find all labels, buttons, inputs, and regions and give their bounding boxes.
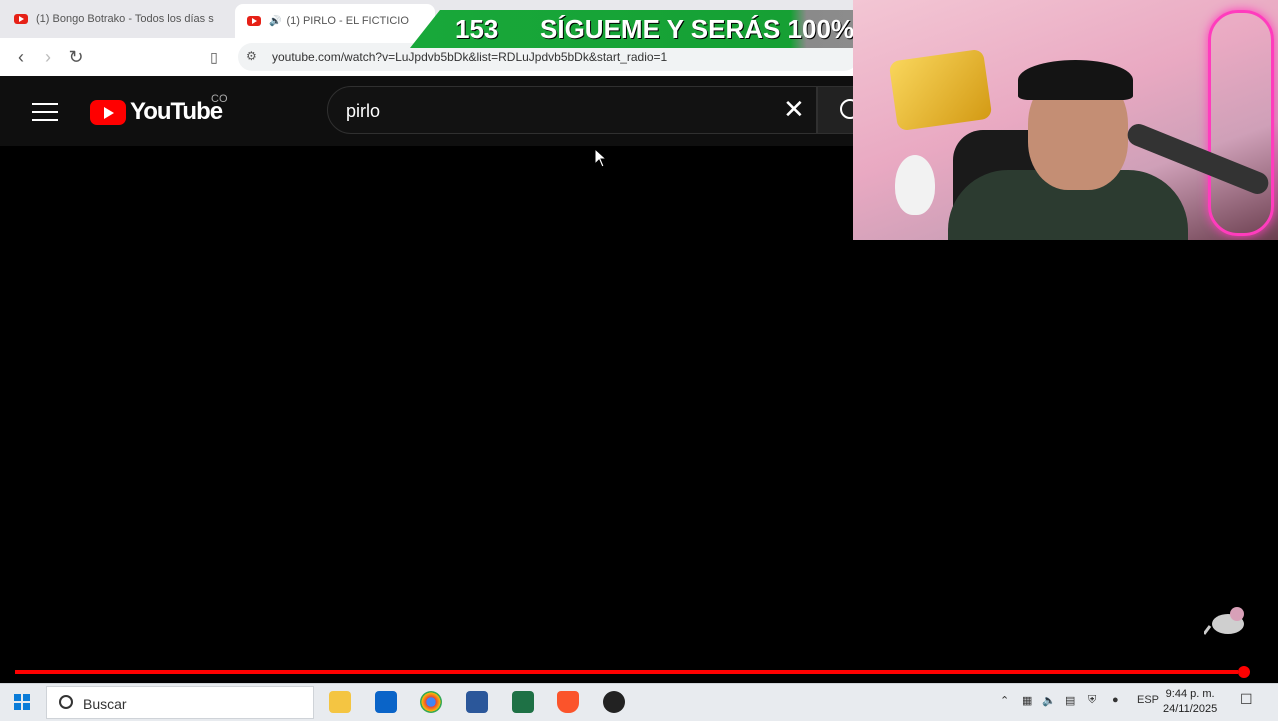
progress-scrubber-handle[interactable] (1238, 666, 1250, 678)
channel-mascot-icon (1202, 604, 1250, 638)
clock-time: 9:44 p. m. (1165, 688, 1215, 700)
streamer-cap (1018, 60, 1133, 100)
tab-title: (1) PIRLO - EL FICTICIO (286, 15, 409, 27)
microphone-icon[interactable]: ● (1112, 694, 1119, 706)
youtube-logo[interactable]: YouTube CO (90, 93, 228, 126)
streamer-webcam (853, 0, 1278, 240)
site-settings-icon[interactable]: ⚙ (246, 49, 257, 63)
search-query: pirlo (346, 101, 381, 121)
taskbar-search-input[interactable]: Buscar (46, 686, 314, 719)
bookmark-icon[interactable]: ▯ (203, 46, 225, 68)
network-icon[interactable]: ▤ (1065, 694, 1075, 707)
gold-balloon (888, 48, 993, 132)
taskbar-search-label: Buscar (83, 696, 127, 712)
url-text: youtube.com/watch?v=LuJpdvb5bDk&list=RDL… (272, 50, 668, 64)
chrome-icon[interactable] (420, 691, 442, 713)
tray-expand-icon[interactable]: ⌃ (1000, 694, 1009, 707)
file-explorer-icon[interactable] (329, 691, 351, 713)
video-progress-bar[interactable] (15, 670, 1238, 674)
brave-browser-icon[interactable] (557, 691, 579, 713)
security-shield-icon[interactable]: ⛨ (1088, 694, 1096, 707)
windows-taskbar: Buscar ⌃ ▦ 🔈 ▤ ⛨ ● ESP 9:44 p. m. 24/11/… (0, 683, 1278, 721)
reload-icon[interactable]: ↻ (65, 46, 87, 68)
excel-icon[interactable] (512, 691, 534, 713)
logo-text: YouTube (130, 98, 223, 125)
search-icon (59, 695, 73, 709)
taskbar-clock[interactable]: 9:44 p. m. 24/11/2025 (1163, 687, 1217, 717)
language-indicator[interactable]: ESP (1137, 694, 1159, 706)
outlook-icon[interactable] (375, 691, 397, 713)
forward-icon[interactable]: › (37, 46, 59, 68)
browser-tab-bongo[interactable]: (1) Bongo Botrako - Todos los días s (10, 5, 230, 33)
menu-icon[interactable] (32, 99, 58, 123)
obs-icon[interactable] (603, 691, 625, 713)
ghostface-mask (895, 155, 935, 215)
word-icon[interactable] (466, 691, 488, 713)
volume-icon[interactable]: 🔈 (1042, 694, 1056, 707)
youtube-favicon-icon (14, 14, 28, 24)
tray-device-icon[interactable]: ▦ (1022, 694, 1032, 707)
clear-search-icon[interactable]: ✕ (783, 96, 805, 122)
tab-title: (1) Bongo Botrako - Todos los días s (36, 13, 214, 25)
clock-date: 24/11/2025 (1163, 703, 1218, 715)
speaker-icon[interactable]: 🔊 (269, 16, 281, 27)
search-input[interactable]: pirlo ✕ (327, 86, 817, 134)
youtube-favicon-icon (247, 16, 261, 26)
country-code: CO (211, 93, 228, 105)
notifications-icon[interactable]: ☐ (1240, 691, 1253, 708)
back-icon[interactable]: ‹ (10, 46, 32, 68)
browser-tab-pirlo[interactable]: 🔊 (1) PIRLO - EL FICTICIO (235, 4, 435, 38)
youtube-logo-icon (90, 99, 126, 125)
windows-start-icon[interactable] (14, 694, 30, 710)
neon-light (1208, 10, 1274, 236)
goal-current-count: 153 (455, 14, 499, 44)
